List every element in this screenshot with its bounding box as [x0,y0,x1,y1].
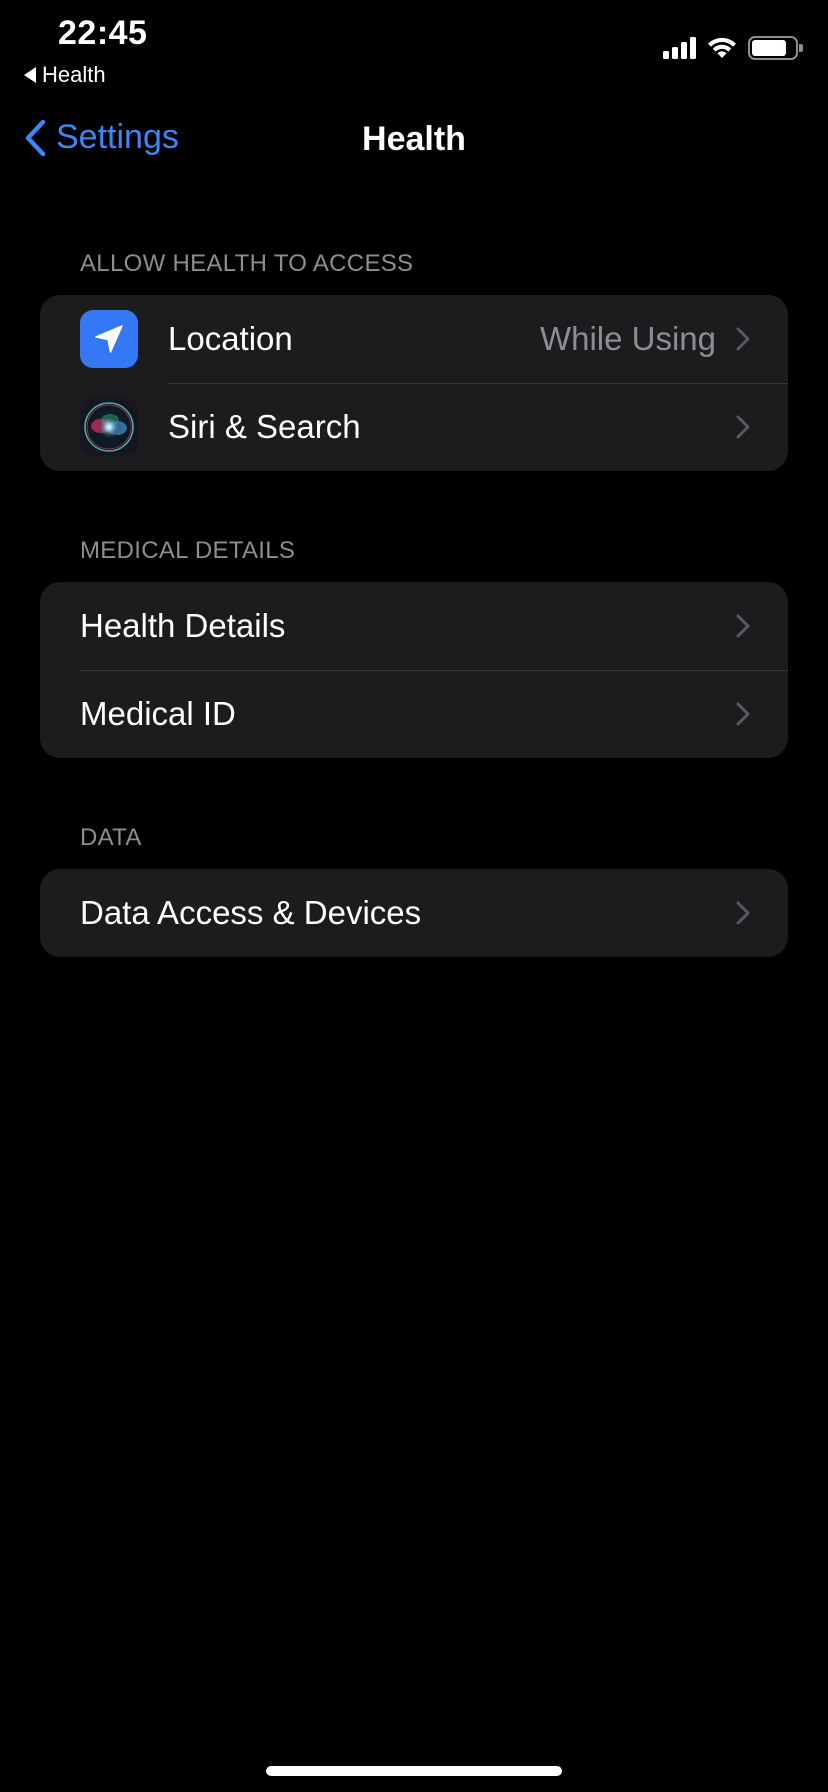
row-label: Location [168,320,293,357]
siri-icon [80,398,138,456]
page-title: Health [362,120,466,158]
chevron-right-icon [736,901,750,925]
row-health-details[interactable]: Health Details [40,582,788,670]
status-indicators [663,36,803,60]
chevron-right-icon [736,702,750,726]
home-indicator[interactable] [266,1766,562,1776]
row-siri-search[interactable]: Siri & Search [40,383,788,471]
row-data-access-devices[interactable]: Data Access & Devices [40,869,788,957]
group-medical-details: Health Details Medical ID [40,582,788,758]
battery-icon [748,36,803,60]
wifi-icon [708,37,736,58]
chevron-right-icon [736,327,750,351]
return-to-app-button[interactable]: Health [24,62,106,88]
chevron-right-icon [736,614,750,638]
status-time: 22:45 [58,14,148,52]
cellular-signal-icon [663,37,696,59]
section-header-medical-details: MEDICAL DETAILS [80,537,296,564]
group-allow-access: Location While Using Siri & Search [40,295,788,471]
row-label: Siri & Search [168,408,361,445]
row-label: Medical ID [80,695,236,732]
row-medical-id[interactable]: Medical ID [40,670,788,758]
section-header-allow-access: ALLOW HEALTH TO ACCESS [80,250,414,277]
back-triangle-icon [24,67,36,83]
group-data: Data Access & Devices [40,869,788,957]
row-label: Data Access & Devices [80,894,422,931]
section-header-data: DATA [80,824,142,851]
row-location[interactable]: Location While Using [40,295,788,383]
return-app-label: Health [42,62,106,87]
location-arrow-icon [80,310,138,368]
chevron-right-icon [736,415,750,439]
row-value: While Using [539,320,716,357]
row-label: Health Details [80,607,286,644]
